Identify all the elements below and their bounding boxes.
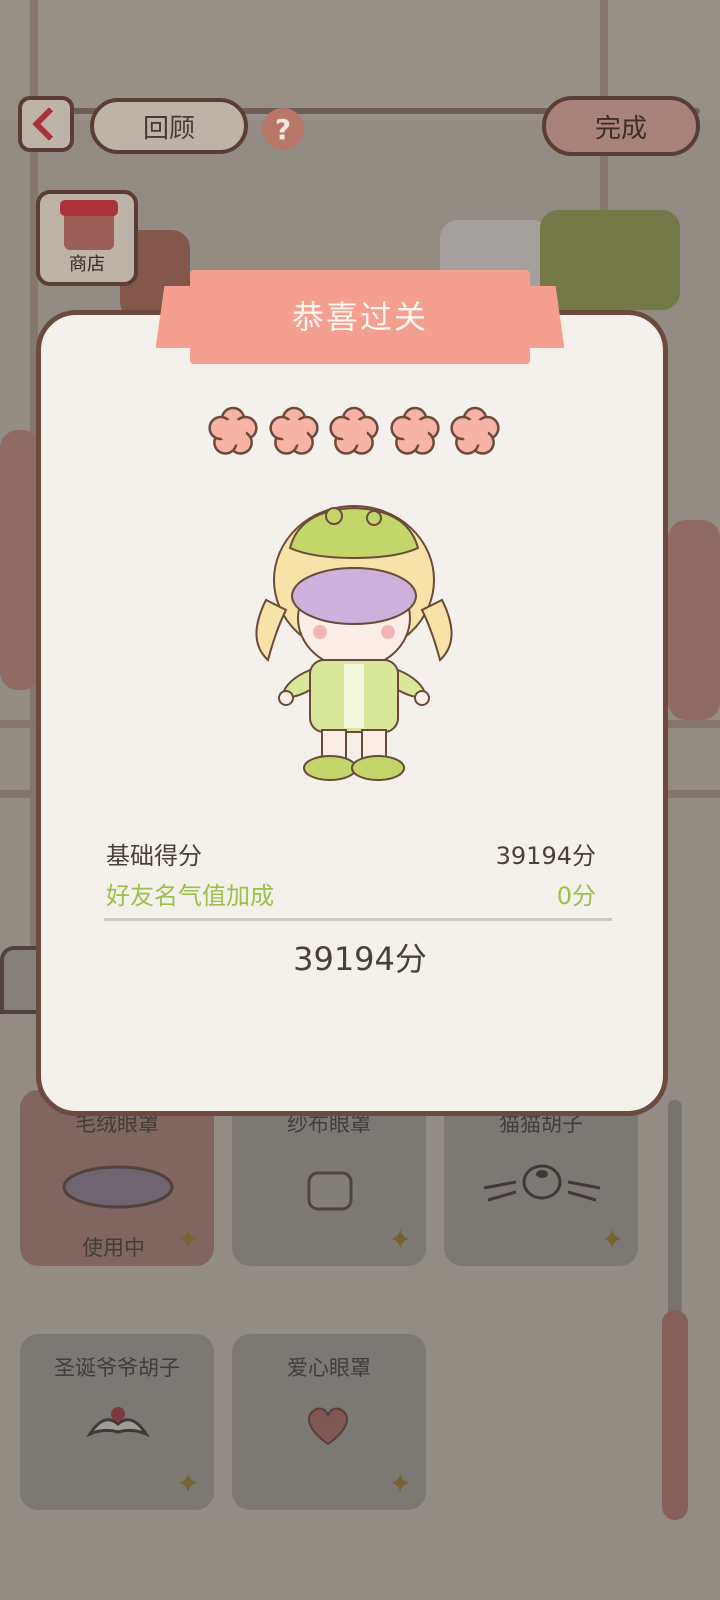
star-icon [329, 406, 379, 455]
review-button[interactable]: 回顾 [90, 98, 248, 154]
done-button[interactable]: 完成 [542, 96, 700, 156]
shop-icon [60, 200, 118, 250]
score-divider [104, 918, 612, 921]
base-score-label: 基础得分 [106, 842, 202, 870]
star-icon [268, 406, 319, 455]
total-score: 39194分 [293, 940, 427, 978]
chevron-left-icon [32, 107, 66, 141]
title-ribbon: 恭喜过关 [155, 270, 565, 366]
shop-label: 商店 [69, 254, 105, 275]
star-icon [389, 406, 440, 455]
friend-bonus-label: 好友名气值加成 [106, 882, 274, 910]
star-rating [206, 404, 502, 460]
back-button[interactable] [18, 96, 74, 152]
friend-bonus-value: 0分 [556, 882, 596, 910]
star-icon [208, 406, 258, 455]
dressed-character-illustration [255, 505, 453, 781]
shop-button[interactable]: 商店 [36, 190, 138, 286]
help-icon[interactable]: ? [262, 108, 304, 150]
base-score-value: 39194分 [495, 842, 596, 870]
dialog-title: 恭喜过关 [291, 298, 428, 336]
star-icon [450, 406, 500, 455]
